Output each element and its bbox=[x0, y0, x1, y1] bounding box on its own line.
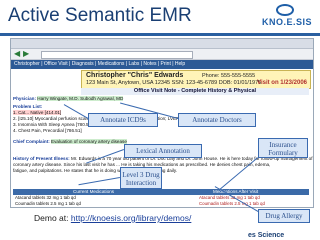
callout-lexical-annotation: Lexical Annotation bbox=[124, 144, 202, 158]
callout-insurance-formulary: Insurance Formulary bbox=[258, 138, 308, 158]
callout-drug-allergy: Drug Allergy bbox=[258, 209, 310, 223]
chief-complaint-value[interactable]: Evaluation of coronary artery disease bbox=[51, 139, 127, 144]
forward-icon[interactable]: ▶ bbox=[23, 49, 29, 59]
demo-link[interactable]: http://knoesis.org/library/demos/ bbox=[71, 213, 191, 223]
patient-name: Christopher "Chris" Edwards bbox=[86, 72, 184, 79]
patient-phone: Phone: 555-555-5555 bbox=[202, 73, 256, 79]
callout-annotate-icd9s: Annotate ICD9s bbox=[88, 113, 158, 127]
knoesis-logo: KNO.E.SIS bbox=[262, 4, 316, 30]
demo-prefix: Demo at: bbox=[34, 213, 71, 223]
logo-text: KNO.E.SIS bbox=[262, 17, 313, 27]
problem-item[interactable]: 4. Chest Pain, Precordial [786.51] bbox=[13, 128, 82, 133]
chief-complaint-label: Chief Complaint: bbox=[13, 139, 50, 144]
demo-caption: Demo at: http://knoesis.org/library/demo… bbox=[34, 213, 191, 223]
emr-nav-bar[interactable]: Christopher | Office Visit | Diagnosis |… bbox=[11, 60, 313, 69]
callout-annotate-doctors: Annotate Doctors bbox=[178, 113, 256, 127]
physician-value[interactable]: Harry Wingate, M.D. Subodh Agrawal, MD bbox=[37, 96, 124, 101]
medication-row[interactable]: Coumadin tablets 2.5 mg 1 tab qd bbox=[15, 201, 81, 206]
browser-toolbar: ◀ ▶ bbox=[11, 49, 313, 60]
logo-ring-icon bbox=[276, 4, 294, 16]
medications-table: Atacand tablets 32 mg 1 tab qd Coumadin … bbox=[13, 195, 309, 207]
patient-address: 123 Main St, Anytown, USA 12345 SSN: 123… bbox=[86, 80, 262, 86]
problem-item[interactable]: 1. Cat... Native [414.01] bbox=[13, 110, 62, 115]
medication-row[interactable]: Atacand tablets 32 mg 1 tab qd bbox=[15, 195, 76, 200]
back-icon[interactable]: ◀ bbox=[14, 49, 20, 59]
address-bar[interactable] bbox=[41, 51, 193, 59]
callout-level3-drug-interaction: Level 3 Drug Interaction bbox=[120, 167, 162, 189]
title-divider bbox=[0, 33, 320, 36]
browser-title-bar bbox=[11, 39, 313, 52]
physician-label: Physician: bbox=[13, 96, 36, 101]
visit-date: Visit on 1/23/2006 bbox=[257, 80, 307, 86]
emr-screenshot: ◀ ▶ Christopher | Office Visit | Diagnos… bbox=[10, 38, 314, 208]
problem-list-label: Problem List: bbox=[13, 104, 43, 109]
medication-after-row[interactable]: Coumadin tablets 2.5 mg 1 tab qd bbox=[199, 201, 265, 206]
slide-title: Active Semantic EMR bbox=[8, 5, 192, 26]
hpi-label: History of Present Illness: bbox=[13, 156, 70, 161]
patient-header: Christopher "Chris" Edwards Phone: 555-5… bbox=[81, 70, 311, 89]
footer-text: es Science bbox=[248, 232, 285, 239]
note-title: Office Visit Note - Complete History & P… bbox=[81, 88, 309, 95]
problem-item[interactable]: 3. Insomnia With Sleep Apnea [780.51] bbox=[13, 122, 92, 127]
